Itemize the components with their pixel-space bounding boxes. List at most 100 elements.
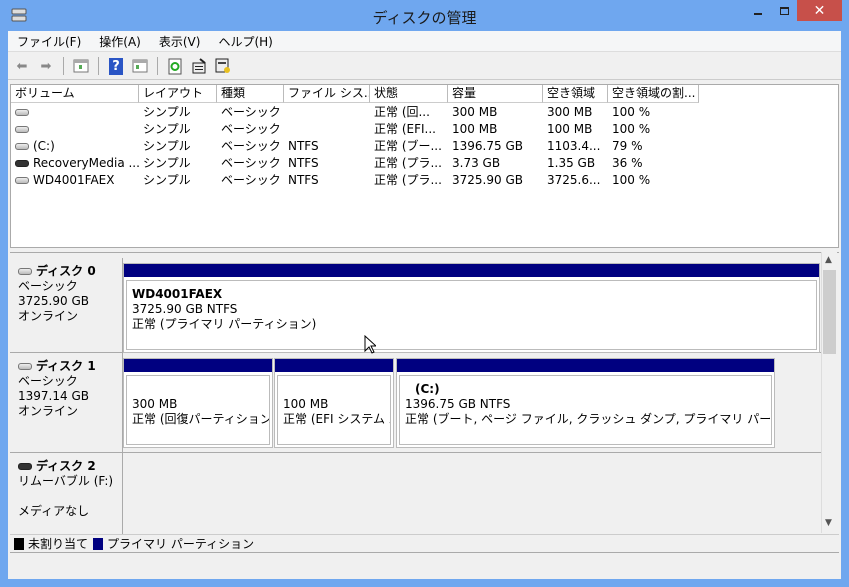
cell-text: シンプル	[143, 156, 191, 170]
scroll-up-icon[interactable]: ▲	[825, 255, 832, 265]
partition-recovery[interactable]: 300 MB 正常 (回復パーティション)	[123, 358, 273, 448]
cell-text: 36 %	[612, 156, 643, 170]
table-cell: 300 MB	[448, 104, 497, 121]
volume-row-name[interactable]: (C:)	[11, 138, 55, 155]
legend-primary-partition: プライマリ パーティション	[107, 537, 255, 551]
partition-size: 100 MB	[283, 397, 329, 411]
table-cell: ベーシック	[217, 104, 281, 121]
table-cell: 100 %	[608, 104, 650, 121]
cell-text: ベーシック	[221, 139, 281, 153]
table-cell: 1396.75 GB	[448, 138, 523, 155]
table-cell	[284, 121, 288, 138]
show-hide-console-tree-icon[interactable]	[71, 56, 91, 76]
table-cell: 100 MB	[543, 121, 592, 138]
minimize-icon	[754, 12, 762, 15]
menu-help[interactable]: ヘルプ(H)	[209, 33, 281, 50]
volume-row-name[interactable]: RecoveryMedia ...	[11, 155, 140, 172]
column-header-filesystem[interactable]: ファイル シス...	[284, 85, 370, 103]
help-icon[interactable]: ?	[106, 56, 126, 76]
cell-text: 100 %	[612, 173, 651, 187]
title-bar: ディスクの管理 ✕	[0, 0, 849, 31]
column-header-layout[interactable]: レイアウト	[139, 85, 217, 103]
primary-partition-bar	[275, 359, 393, 372]
disk-0-label[interactable]: ディスク 0 ベーシック 3725.90 GB オンライン	[10, 258, 123, 353]
disk-status: オンライン	[18, 404, 79, 418]
forward-icon[interactable]: ➡	[36, 56, 56, 76]
disk-name: ディスク 2	[36, 459, 96, 473]
toolbar-separator	[98, 57, 99, 75]
menu-file[interactable]: ファイル(F)	[8, 33, 90, 50]
volume-row-name[interactable]	[11, 104, 33, 121]
table-cell: 正常 (回...	[370, 104, 430, 121]
cell-text: シンプル	[143, 139, 191, 153]
volume-row-name[interactable]: WD4001FAEX	[11, 172, 114, 189]
status-bar	[8, 555, 841, 579]
cell-text: 3725.6...	[547, 173, 601, 187]
column-header-percent-free[interactable]: 空き領域の割...	[608, 85, 699, 103]
disk-type: リムーバブル (F:)	[18, 474, 114, 488]
partition-size: 300 MB	[132, 397, 178, 411]
column-header-free-space[interactable]: 空き領域	[543, 85, 608, 103]
partition-status: 正常 (回復パーティション)	[132, 412, 270, 426]
table-cell: 正常 (ブー...	[370, 138, 442, 155]
partition-status: 正常 (ブート, ページ ファイル, クラッシュ ダンプ, プライマリ パーティ…	[405, 412, 772, 426]
volume-list: ボリューム レイアウト 種類 ファイル シス... 状態 容量 空き領域 空き領…	[10, 84, 839, 248]
minimize-button[interactable]	[745, 0, 771, 21]
menu-view[interactable]: 表示(V)	[150, 33, 210, 50]
properties-icon[interactable]	[189, 56, 209, 76]
cell-text: NTFS	[288, 156, 319, 170]
partition-efi[interactable]: 100 MB 正常 (EFI システム パ	[274, 358, 394, 448]
close-button[interactable]: ✕	[797, 0, 842, 21]
mouse-cursor-icon	[364, 334, 378, 357]
cell-text: 1396.75 GB	[452, 139, 523, 153]
menu-bar: ファイル(F) 操作(A) 表示(V) ヘルプ(H)	[8, 31, 841, 52]
cell-text: 100 MB	[452, 122, 498, 136]
maximize-button[interactable]	[771, 0, 797, 21]
table-cell: 100 %	[608, 121, 650, 138]
cell-text: 100 MB	[547, 122, 593, 136]
cell-text: NTFS	[288, 139, 319, 153]
cell-text: 1.35 GB	[547, 156, 596, 170]
partition-c[interactable]: (C:) 1396.75 GB NTFS 正常 (ブート, ページ ファイル, クラ…	[396, 358, 775, 448]
scroll-down-icon[interactable]: ▼	[825, 518, 832, 528]
cell-text: 3725.90 GB	[452, 173, 523, 187]
toolbar: ⬅ ➡ ?	[8, 53, 841, 80]
volume-drive-icon	[15, 160, 29, 167]
back-icon[interactable]: ⬅	[12, 56, 32, 76]
cell-text: WD4001FAEX	[33, 173, 115, 187]
column-header-volume[interactable]: ボリューム	[11, 85, 139, 103]
cell-text: シンプル	[143, 122, 191, 136]
client-area: ファイル(F) 操作(A) 表示(V) ヘルプ(H) ⬅ ➡ ? ボリューム レ…	[8, 31, 841, 579]
table-cell: シンプル	[139, 138, 191, 155]
cell-text: 79 %	[612, 139, 643, 153]
show-hide-action-pane-icon[interactable]	[130, 56, 150, 76]
partition-size: 3725.90 GB NTFS	[132, 302, 238, 316]
close-icon: ✕	[813, 2, 826, 19]
legend: 未割り当て プライマリ パーティション	[10, 534, 839, 553]
cell-text: 100 %	[612, 122, 651, 136]
disk-size: 3725.90 GB	[18, 294, 89, 308]
column-header-status[interactable]: 状態	[370, 85, 448, 103]
column-header-type[interactable]: 種類	[217, 85, 284, 103]
toolbar-separator	[157, 57, 158, 75]
volume-drive-icon	[15, 126, 29, 133]
partition-status: 正常 (EFI システム パ	[283, 412, 391, 426]
table-cell: シンプル	[139, 104, 191, 121]
primary-partition-bar	[124, 359, 272, 372]
cell-text: 3.73 GB	[452, 156, 501, 170]
partition-wd4001faex[interactable]: WD4001FAEX 3725.90 GB NTFS 正常 (プライマリ パーティシ…	[123, 263, 820, 353]
disk-2-label[interactable]: ディスク 2 リムーバブル (F:) メディアなし	[10, 453, 123, 534]
table-cell: ベーシック	[217, 138, 281, 155]
volume-row-name[interactable]	[11, 121, 33, 138]
primary-partition-bar	[124, 264, 819, 277]
cell-text: 100 %	[612, 105, 651, 119]
disk-settings-icon[interactable]	[213, 56, 233, 76]
refresh-icon[interactable]	[165, 56, 185, 76]
graph-scrollbar[interactable]: ▲ ▼	[821, 252, 837, 533]
column-header-capacity[interactable]: 容量	[448, 85, 543, 103]
menu-action[interactable]: 操作(A)	[90, 33, 150, 50]
disk-1-label[interactable]: ディスク 1 ベーシック 1397.14 GB オンライン	[10, 353, 123, 453]
scrollbar-thumb[interactable]	[823, 270, 836, 354]
cell-text: 正常 (ブー...	[374, 139, 442, 153]
disk-type: ベーシック	[18, 279, 78, 293]
